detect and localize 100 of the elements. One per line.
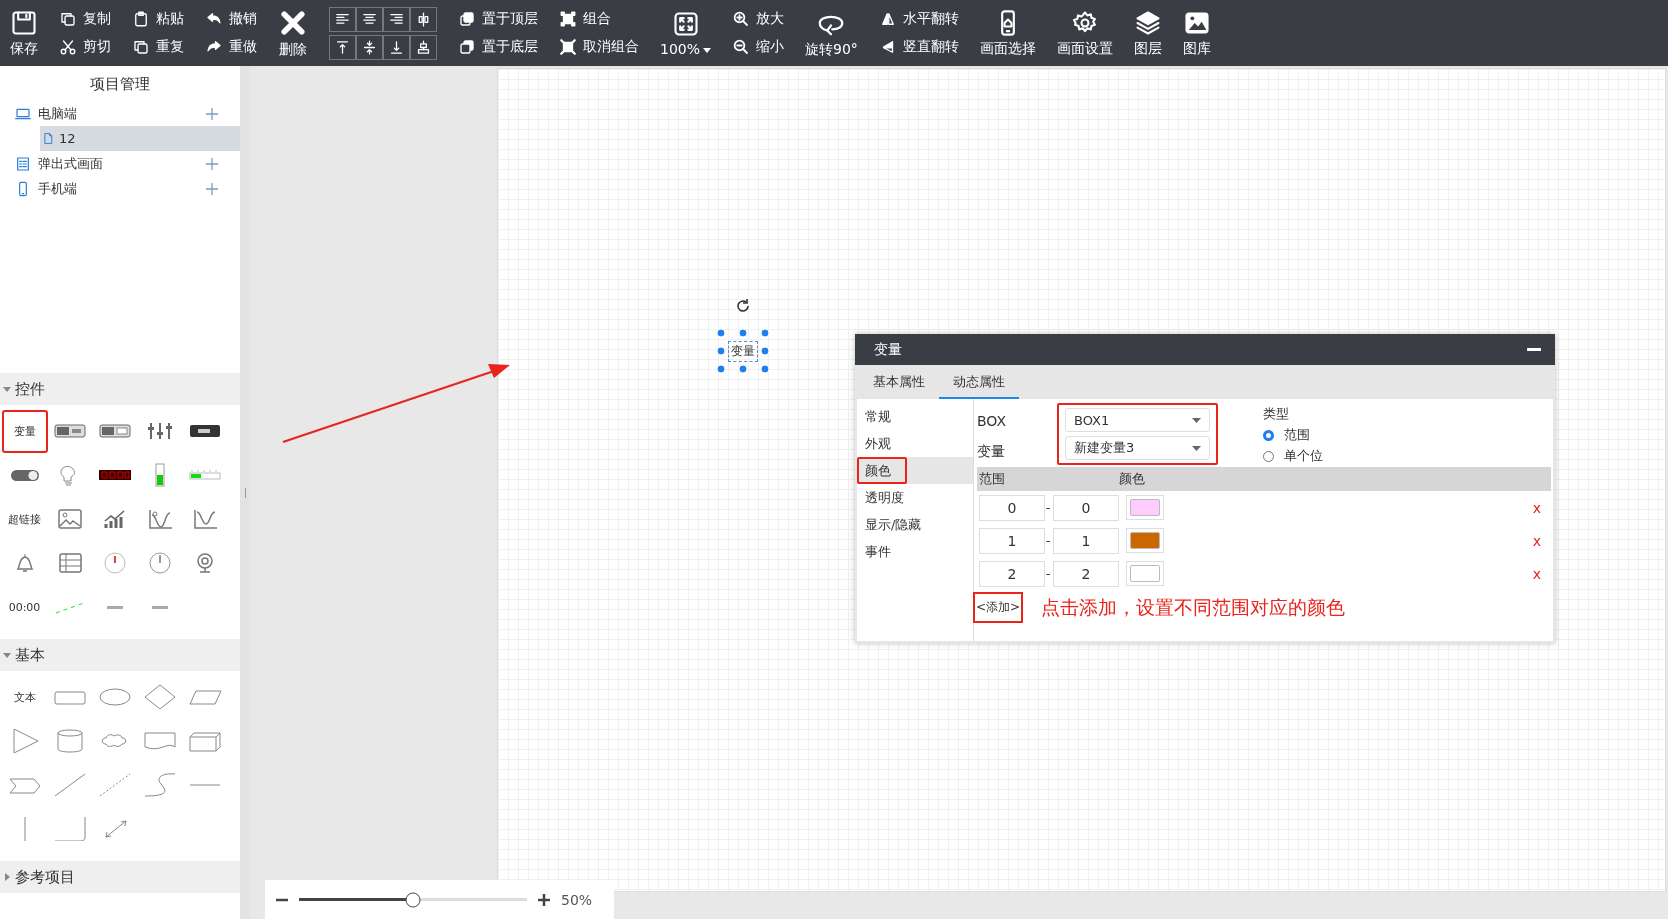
palette-item[interactable]: 文本 bbox=[1, 675, 48, 719]
toolbar-button[interactable]: 放大 bbox=[732, 10, 785, 28]
range-dash: - bbox=[1045, 566, 1051, 581]
toolbar-button[interactable]: 置于顶层 bbox=[458, 10, 538, 28]
align-button[interactable] bbox=[383, 34, 410, 60]
toolbar-button[interactable]: 水平翻转 bbox=[878, 10, 959, 28]
annotation-text: 点击添加，设置不同范围对应的颜色 bbox=[1041, 594, 1346, 620]
tree-item[interactable]: 12 bbox=[59, 131, 240, 146]
toolbar-button[interactable]: 删除 bbox=[278, 7, 308, 59]
toolbar-button[interactable]: 100% bbox=[660, 9, 712, 57]
dropdown[interactable]: 新建变量3 bbox=[1065, 436, 1210, 460]
toolbar-button[interactable]: 图层 bbox=[1133, 8, 1162, 58]
align-button[interactable] bbox=[356, 34, 383, 60]
radio-label[interactable]: 单个位 bbox=[1284, 447, 1323, 465]
resize-handle[interactable] bbox=[738, 364, 748, 374]
input-field[interactable]: 1 bbox=[979, 527, 1045, 554]
palette-item[interactable]: 超链接 bbox=[0, 497, 53, 541]
panel-title: 项目管理 bbox=[89, 74, 151, 95]
resize-handle[interactable] bbox=[738, 328, 748, 338]
dotted-line-icon[interactable] bbox=[97, 773, 132, 797]
section-header[interactable]: 基本 bbox=[0, 639, 240, 671]
toolbar-button[interactable]: 粘贴 bbox=[132, 10, 184, 28]
range-dash: - bbox=[1045, 533, 1051, 548]
section-title: 参考项目 bbox=[15, 867, 75, 887]
align-button[interactable] bbox=[356, 6, 383, 32]
copy-icon bbox=[132, 38, 150, 56]
align-top-icon bbox=[334, 38, 351, 56]
menu-item[interactable]: 常规 bbox=[857, 403, 973, 430]
input-field[interactable]: 2 bbox=[979, 560, 1045, 587]
section-header[interactable]: 控件 bbox=[0, 373, 240, 405]
diamond-icon[interactable] bbox=[142, 685, 177, 709]
widget-label: 变量 bbox=[728, 340, 758, 362]
ellipse-icon[interactable] bbox=[97, 685, 132, 709]
delete-link[interactable]: x bbox=[1532, 499, 1541, 516]
toolbar-button[interactable]: 组合 bbox=[559, 10, 639, 28]
add-icon[interactable] bbox=[206, 157, 218, 170]
bring-front-icon bbox=[458, 10, 476, 28]
menu-item[interactable]: 透明度 bbox=[857, 484, 973, 511]
toolbar-button[interactable]: 重做 bbox=[205, 38, 257, 56]
slider-thumb[interactable] bbox=[405, 892, 421, 907]
align-button[interactable] bbox=[329, 34, 356, 60]
toolbar-button[interactable]: 图库 bbox=[1182, 8, 1211, 58]
align-button[interactable] bbox=[410, 34, 437, 60]
palette-item[interactable]: 00:00 bbox=[0, 586, 53, 628]
menu-item[interactable]: 显示/隐藏 bbox=[857, 511, 973, 538]
line-icon[interactable] bbox=[52, 773, 87, 797]
zoom-out-icon bbox=[732, 38, 751, 56]
align-button[interactable] bbox=[383, 6, 410, 32]
toolbar-button[interactable]: 重复 bbox=[132, 38, 184, 56]
page-icon bbox=[42, 132, 55, 145]
input-field[interactable]: 2 bbox=[1053, 560, 1119, 587]
tab[interactable]: 基本属性 bbox=[859, 373, 939, 399]
toolbar-button[interactable]: 取消组合 bbox=[559, 38, 639, 56]
tree-item[interactable]: 弹出式画面 bbox=[38, 154, 199, 173]
toolbar-button[interactable]: 置于底层 bbox=[458, 38, 538, 56]
add-link[interactable]: <添加> bbox=[973, 592, 1024, 623]
toolbar-button[interactable]: 竖直翻转 bbox=[878, 38, 959, 56]
caret-icon bbox=[1192, 445, 1201, 451]
toolbar-button[interactable]: 画面选择 bbox=[979, 8, 1036, 58]
add-icon[interactable] bbox=[206, 107, 218, 120]
toolbar-button[interactable]: 旋转90° bbox=[805, 7, 858, 59]
menu-item[interactable]: 事件 bbox=[857, 538, 973, 565]
toolbar-button[interactable]: 保存 bbox=[10, 8, 38, 58]
dropdown[interactable]: BOX1 bbox=[1065, 408, 1210, 432]
toolbar-button[interactable]: 剪切 bbox=[59, 38, 111, 56]
distribute-icon bbox=[415, 38, 432, 56]
section-header[interactable]: 参考项目 bbox=[0, 861, 240, 893]
tree-item[interactable]: 手机端 bbox=[38, 179, 199, 198]
variable-widget[interactable]: 变量 bbox=[717, 329, 769, 373]
palette-item[interactable]: 变量 bbox=[1, 409, 48, 453]
toolbar-button[interactable]: 画面设置 bbox=[1056, 8, 1113, 58]
menu-item[interactable]: 颜色 bbox=[857, 457, 973, 484]
zoom-in-icon[interactable] bbox=[537, 892, 551, 907]
tree-item[interactable]: 电脑端 bbox=[38, 104, 199, 123]
fit-screen-icon bbox=[671, 9, 700, 38]
zoom-reading: 50% bbox=[561, 891, 593, 908]
menu-item[interactable]: 外观 bbox=[857, 430, 973, 457]
rotate-icon[interactable] bbox=[735, 298, 751, 314]
delete-link[interactable]: x bbox=[1532, 565, 1541, 582]
radio-label[interactable]: 范围 bbox=[1284, 426, 1310, 444]
range-dash: - bbox=[1045, 500, 1051, 515]
clipboard-icon bbox=[132, 10, 150, 28]
input-field[interactable]: 0 bbox=[1053, 494, 1119, 521]
curve-icon[interactable] bbox=[142, 773, 177, 797]
align-button[interactable] bbox=[410, 6, 437, 32]
caret-icon bbox=[3, 873, 11, 881]
delete-link[interactable]: x bbox=[1532, 532, 1541, 549]
toolbar-button[interactable]: 复制 bbox=[59, 10, 111, 28]
add-icon[interactable] bbox=[206, 182, 218, 195]
zoom-in-icon bbox=[732, 10, 751, 28]
section-title: 控件 bbox=[15, 379, 45, 399]
toolbar-button[interactable]: 撤销 bbox=[205, 10, 257, 28]
input-field[interactable]: 0 bbox=[979, 494, 1045, 521]
input-field[interactable]: 1 bbox=[1053, 527, 1119, 554]
radio-button[interactable] bbox=[1263, 429, 1274, 441]
align-middle-icon bbox=[361, 38, 378, 56]
field-label: BOX bbox=[977, 413, 1008, 429]
section-title: 基本 bbox=[15, 645, 45, 665]
align-button[interactable] bbox=[329, 6, 356, 32]
toolbar-button[interactable]: 缩小 bbox=[732, 38, 785, 56]
